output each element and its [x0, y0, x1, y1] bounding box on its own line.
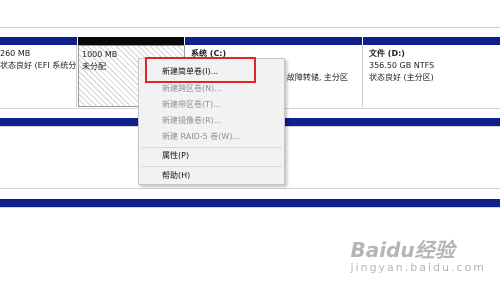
partition-size: 260 MB	[0, 49, 31, 58]
row-divider	[0, 188, 500, 189]
menu-item-new-striped-volume[interactable]: 新建带区卷(T)...	[162, 97, 221, 113]
menu-separator	[141, 166, 282, 167]
partition-status: 状态良好 (主分区)	[369, 73, 434, 82]
baidu-watermark: Baidu经验 jingyan.baidu.com	[350, 234, 486, 274]
system-c-bar	[185, 37, 362, 45]
watermark-url: jingyan.baidu.com	[350, 261, 486, 274]
watermark-logo: Baidu经验	[350, 238, 455, 262]
row-divider	[0, 207, 500, 208]
menu-item-new-mirrored-volume[interactable]: 新建镜像卷(R)...	[162, 113, 221, 129]
partition-status: 状态良好 (EFI 系统分	[0, 61, 77, 70]
menu-item-help[interactable]: 帮助(H)	[162, 168, 190, 184]
highlight-annotation	[145, 57, 256, 83]
partition-size: 356.50 GB NTFS	[369, 61, 435, 70]
data-d-bar	[363, 37, 500, 45]
efi-partition[interactable]: 260 MB 状态良好 (EFI 系统分	[0, 45, 77, 107]
window-top-border	[0, 27, 500, 28]
menu-item-properties[interactable]: 属性(P)	[162, 148, 189, 164]
partition-name: 文件 (D:)	[369, 49, 405, 58]
menu-item-new-spanned-volume[interactable]: 新建跨区卷(N)...	[162, 81, 222, 97]
efi-partition-bar	[0, 37, 77, 45]
menu-item-new-raid5-volume[interactable]: 新建 RAID-5 卷(W)...	[162, 129, 240, 145]
disk3-volume-bar	[0, 199, 500, 207]
unallocated-bar	[78, 37, 184, 45]
data-d-partition[interactable]: 文件 (D:) 356.50 GB NTFS 状态良好 (主分区)	[363, 45, 500, 107]
